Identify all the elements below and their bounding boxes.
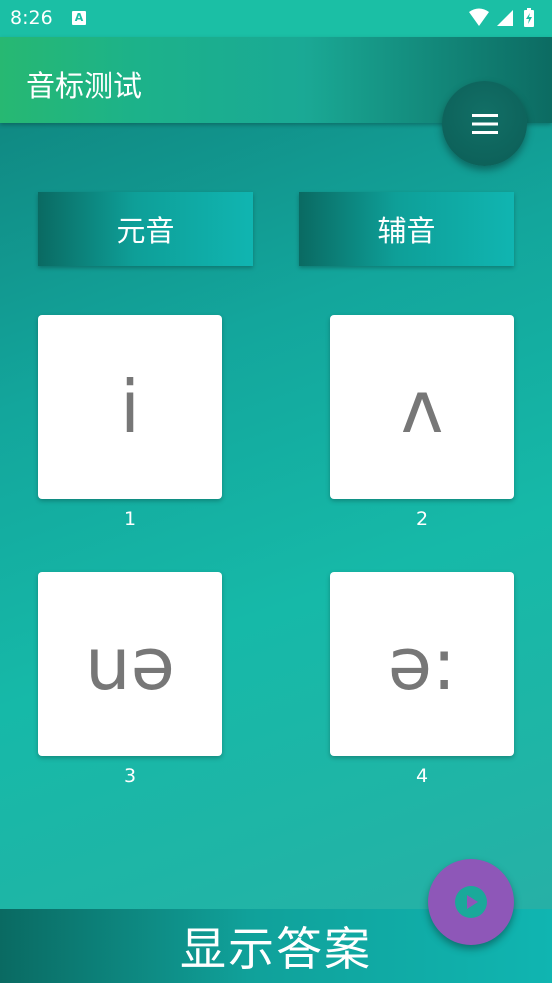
card-number: 4: [415, 765, 429, 787]
phonetic-symbol: i: [119, 365, 140, 449]
phonetic-card-2[interactable]: ʌ: [330, 315, 514, 499]
status-icons: [468, 8, 544, 32]
menu-button[interactable]: [442, 81, 527, 166]
phonetic-card-3[interactable]: uə: [38, 572, 222, 756]
show-answer-label: 显示答案: [180, 922, 372, 976]
card-number: 1: [123, 508, 137, 530]
page-title: 音标测试: [26, 69, 143, 103]
card-number: 2: [415, 508, 429, 530]
status-time: 8:26: [10, 7, 53, 29]
card-number: 3: [123, 765, 137, 787]
phonetic-symbol: ə:: [387, 622, 457, 706]
phonetic-symbol: uə: [85, 622, 175, 706]
phonetic-card-4[interactable]: ə:: [330, 572, 514, 756]
tab-vowels[interactable]: 元音: [38, 192, 253, 266]
phonetic-card-1[interactable]: i: [38, 315, 222, 499]
wifi-icon: [469, 8, 489, 26]
play-icon: [455, 886, 487, 918]
status-bar: 8:26 A: [0, 0, 552, 37]
tab-consonants[interactable]: 辅音: [299, 192, 514, 266]
phonetic-symbol: ʌ: [400, 365, 444, 449]
signal-icon: [497, 10, 513, 26]
hamburger-icon: [471, 113, 498, 134]
notification-badge-icon: A: [72, 11, 86, 25]
play-button[interactable]: [428, 859, 514, 945]
battery-icon: [524, 8, 534, 27]
